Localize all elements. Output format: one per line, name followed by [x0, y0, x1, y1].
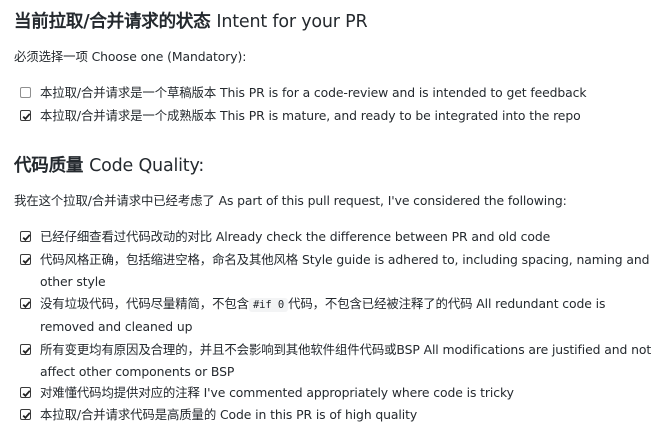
- if0-code-snippet: #if 0: [248, 298, 289, 312]
- quality-item-diff-checked: 已经仔细查看过代码改动的对比 Already check the differe…: [20, 226, 660, 248]
- quality-item-style-guide: 代码风格正确，包括缩进空格，命名及其他风格 Style guide is adh…: [20, 249, 660, 293]
- quality-item-comments: 对难懂代码均提供对应的注释 I've commented appropriate…: [20, 382, 660, 404]
- check-icon: [22, 257, 31, 265]
- quality-checkbox-justified-changes[interactable]: [20, 344, 31, 355]
- quality-checkbox-style-guide[interactable]: [20, 254, 31, 265]
- quality-intro: 我在这个拉取/合并请求中已经考虑了 As part of this pull r…: [14, 193, 567, 208]
- check-icon: [22, 113, 31, 121]
- check-icon: [22, 301, 31, 309]
- quality-item-comments-label: 对难懂代码均提供对应的注释 I've commented appropriate…: [40, 385, 514, 400]
- intent-heading-en: Intent for your PR: [216, 12, 368, 32]
- quality-item-justified-changes: 所有变更均有原因及合理的，并且不会影响到其他软件组件代码或BSP All mod…: [20, 339, 660, 383]
- intent-heading-zh: 当前拉取/合并请求的状态: [14, 12, 211, 32]
- intent-heading: 当前拉取/合并请求的状态 Intent for your PR: [14, 8, 368, 33]
- check-icon: [22, 347, 31, 355]
- intent-item-mature-label: 本拉取/合并请求是一个成熟版本 This PR is mature, and r…: [40, 108, 581, 123]
- quality-item-style-guide-label: 代码风格正确，包括缩进空格，命名及其他风格 Style guide is adh…: [40, 252, 650, 289]
- quality-heading-zh: 代码质量: [14, 156, 84, 176]
- intent-item-draft-label: 本拉取/合并请求是一个草稿版本 This PR is for a code-re…: [40, 85, 587, 100]
- quality-checkbox-comments[interactable]: [20, 387, 31, 398]
- quality-item-high-quality-label: 本拉取/合并请求代码是高质量的 Code in this PR is of hi…: [40, 407, 418, 422]
- quality-heading-en: Code Quality:: [89, 156, 205, 176]
- quality-checkbox-redundant-code[interactable]: [20, 298, 31, 309]
- quality-item-redundant-code: 没有垃圾代码，代码尽量精简，不包含 #if 0 代码，不包含已经被注释了的代码 Al…: [20, 293, 660, 338]
- check-icon: [22, 390, 31, 398]
- check-icon: [22, 412, 31, 420]
- quality-heading: 代码质量 Code Quality:: [14, 152, 204, 177]
- quality-item-redundant-code-label: 没有垃圾代码，代码尽量精简，不包含 #if 0 代码，不包含已经被注释了的代码 Al…: [40, 293, 660, 338]
- intent-checkbox-draft[interactable]: [20, 87, 31, 98]
- redundant-code-text-before: 没有垃圾代码，代码尽量精简，不包含: [40, 296, 249, 311]
- pr-template-page: 当前拉取/合并请求的状态 Intent for your PR 必须选择一项 C…: [0, 0, 670, 445]
- intent-item-mature: 本拉取/合并请求是一个成熟版本 This PR is mature, and r…: [20, 105, 660, 127]
- intent-intro: 必须选择一项 Choose one (Mandatory):: [14, 49, 247, 64]
- quality-item-justified-changes-label: 所有变更均有原因及合理的，并且不会影响到其他软件组件代码或BSP All mod…: [40, 342, 652, 379]
- quality-item-high-quality: 本拉取/合并请求代码是高质量的 Code in this PR is of hi…: [20, 404, 660, 426]
- intent-checkbox-mature[interactable]: [20, 110, 31, 121]
- intent-item-draft: 本拉取/合并请求是一个草稿版本 This PR is for a code-re…: [20, 82, 660, 104]
- quality-item-diff-checked-label: 已经仔细查看过代码改动的对比 Already check the differe…: [40, 229, 551, 244]
- quality-checkbox-high-quality[interactable]: [20, 409, 31, 420]
- quality-checkbox-diff-checked[interactable]: [20, 231, 31, 242]
- check-icon: [22, 234, 31, 242]
